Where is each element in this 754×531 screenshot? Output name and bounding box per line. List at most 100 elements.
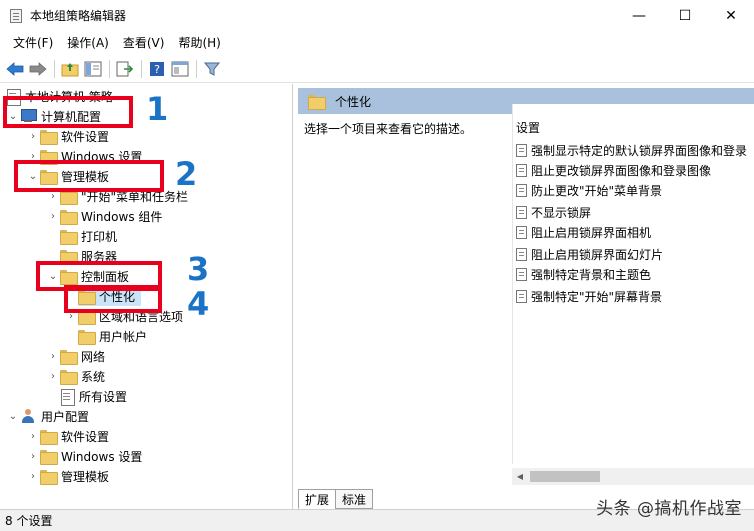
folder-icon (60, 209, 78, 225)
filter-icon[interactable] (201, 58, 223, 80)
menu-help[interactable]: 帮助(H) (171, 31, 227, 55)
tree-item-label: 用户帐户 (99, 329, 148, 344)
title-bar: 本地组策略编辑器 — ☐ ✕ (0, 0, 754, 31)
setting-icon (516, 247, 527, 261)
setting-item[interactable]: 强制特定"开始"屏幕背景 (516, 286, 662, 306)
toolbar-separator (109, 59, 110, 78)
chevron-right-icon[interactable]: › (26, 426, 40, 446)
menu-action[interactable]: 操作(A) (60, 31, 116, 55)
export-list-icon[interactable] (114, 58, 136, 80)
annotation-number-2: 2 (175, 155, 198, 193)
annotation-number-1: 1 (146, 90, 169, 128)
tree-item-windows-components[interactable]: › Windows 组件 (46, 206, 162, 226)
show-hide-tree-icon[interactable] (82, 58, 104, 80)
setting-icon (516, 267, 527, 281)
scrollbar-thumb[interactable] (530, 471, 600, 482)
horizontal-scrollbar[interactable]: ◀ (512, 468, 754, 485)
back-arrow-icon[interactable] (4, 58, 26, 80)
tab-extended[interactable]: 扩展 (298, 489, 337, 509)
chevron-right-icon[interactable]: › (46, 366, 60, 386)
tab-standard[interactable]: 标准 (335, 489, 374, 509)
minimize-button[interactable]: — (616, 0, 662, 31)
folder-icon (60, 369, 78, 385)
annotation-box-4 (64, 285, 162, 313)
tree-item-label: Windows 设置 (61, 449, 143, 464)
setting-item[interactable]: 阻止启用锁屏界面幻灯片 (516, 244, 663, 264)
status-text: 8 个设置 (5, 514, 53, 528)
user-icon (20, 408, 36, 424)
tree-item-label: Windows 组件 (81, 209, 163, 224)
setting-icon (516, 225, 527, 239)
description-text: 选择一个项目来查看它的描述。 (304, 122, 473, 136)
setting-label: 强制特定"开始"屏幕背景 (531, 289, 663, 304)
tree-item-user-software[interactable]: › 软件设置 (26, 426, 109, 446)
setting-item[interactable]: 强制特定背景和主题色 (516, 264, 651, 284)
setting-label: 强制显示特定的默认锁屏界面图像和登录 (531, 143, 748, 158)
setting-label: 阻止更改锁屏界面图像和登录图像 (531, 163, 712, 178)
annotation-box-1 (3, 96, 133, 128)
setting-item[interactable]: 强制显示特定的默认锁屏界面图像和登录 (516, 140, 747, 160)
folder-icon (40, 429, 58, 445)
annotation-number-3: 3 (187, 250, 210, 288)
tree-item-label: 软件设置 (61, 129, 110, 144)
setting-item[interactable]: 不显示锁屏 (516, 202, 591, 222)
setting-item[interactable]: 阻止启用锁屏界面相机 (516, 222, 651, 242)
setting-icon (516, 183, 527, 197)
setting-icon (516, 205, 527, 219)
setting-label: 不显示锁屏 (531, 205, 592, 220)
folder-icon (40, 469, 58, 485)
tree-item-software-settings[interactable]: › 软件设置 (26, 126, 109, 146)
menu-view[interactable]: 查看(V) (116, 31, 172, 55)
setting-item[interactable]: 防止更改"开始"菜单背景 (516, 180, 662, 200)
folder-icon (60, 229, 78, 245)
properties-icon[interactable] (169, 58, 191, 80)
all-settings-icon (60, 388, 75, 406)
svg-text:?: ? (154, 63, 160, 76)
chevron-right-icon[interactable]: › (26, 466, 40, 486)
tree-item-user-windows[interactable]: › Windows 设置 (26, 446, 142, 466)
column-header-setting[interactable]: 设置 (516, 119, 540, 136)
setting-label: 防止更改"开始"菜单背景 (531, 183, 663, 198)
tree-item-printers[interactable]: 打印机 (60, 226, 117, 246)
tree-item-label: 软件设置 (61, 429, 110, 444)
folder-icon (40, 129, 58, 145)
tree-item-user-accounts[interactable]: 用户帐户 (78, 326, 147, 346)
toolbar-separator (196, 59, 197, 78)
annotation-box-2 (14, 160, 164, 192)
tree-item-network[interactable]: › 网络 (46, 346, 105, 366)
menu-file[interactable]: 文件(F) (6, 31, 60, 55)
forward-arrow-icon[interactable] (27, 58, 49, 80)
up-folder-icon[interactable] (59, 58, 81, 80)
policy-editor-icon (8, 8, 24, 24)
setting-icon (516, 163, 527, 177)
close-button[interactable]: ✕ (708, 0, 754, 31)
tree-item-label: 网络 (81, 349, 106, 364)
chevron-right-icon[interactable]: › (46, 206, 60, 226)
help-icon[interactable]: ? (146, 58, 168, 80)
scroll-left-arrow-icon[interactable]: ◀ (512, 468, 528, 485)
annotation-number-4: 4 (187, 285, 210, 323)
setting-icon (516, 143, 527, 157)
tree-item-system[interactable]: › 系统 (46, 366, 105, 386)
tree-item-all-settings[interactable]: 所有设置 (60, 386, 127, 406)
chevron-right-icon[interactable]: › (26, 446, 40, 466)
setting-label: 阻止启用锁屏界面相机 (531, 225, 652, 240)
tree-item-label: 打印机 (81, 229, 118, 244)
folder-icon (40, 449, 58, 465)
tree-item-label: 管理模板 (61, 469, 110, 484)
setting-label: 强制特定背景和主题色 (531, 267, 652, 282)
setting-item[interactable]: 阻止更改锁屏界面图像和登录图像 (516, 160, 711, 180)
details-pane: 个性化 选择一个项目来查看它的描述。 设置 强制显示特定的默认锁屏界面图像和登录… (298, 84, 754, 509)
folder-icon (60, 349, 78, 365)
toolbar: ? (0, 55, 754, 83)
tree-item-user-config[interactable]: ⌄ 用户配置 (6, 406, 89, 426)
tree-item-user-admin[interactable]: › 管理模板 (26, 466, 109, 486)
chevron-right-icon[interactable]: › (26, 126, 40, 146)
toolbar-separator (141, 59, 142, 78)
tree-item-label: 用户配置 (41, 409, 90, 424)
setting-icon (516, 289, 527, 303)
watermark: 头条 @搞机作战室 (596, 499, 742, 519)
maximize-button[interactable]: ☐ (662, 0, 708, 31)
chevron-right-icon[interactable]: › (46, 346, 60, 366)
chevron-down-icon[interactable]: ⌄ (6, 406, 20, 426)
